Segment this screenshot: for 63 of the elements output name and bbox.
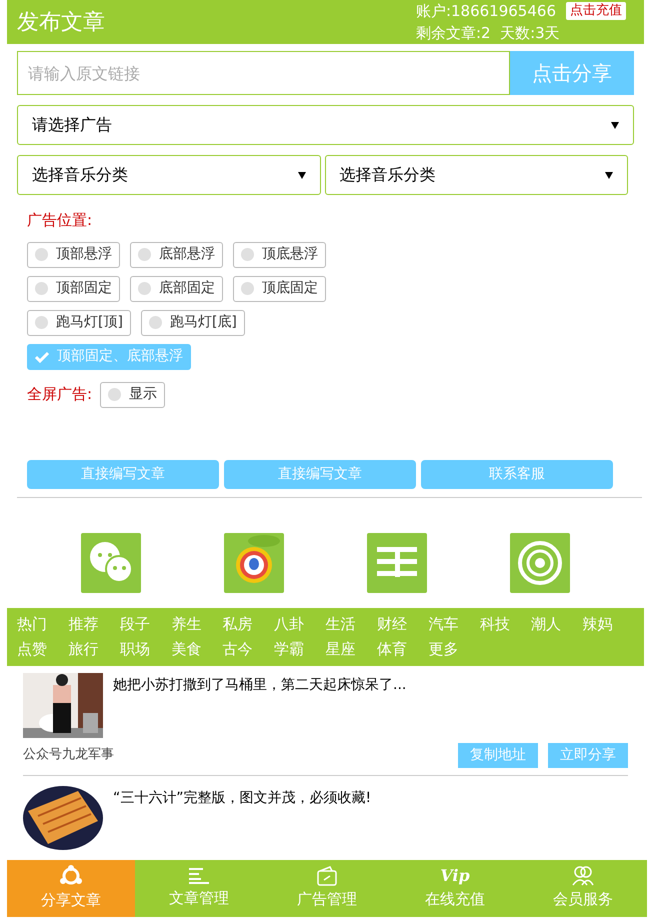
action-button[interactable]: 直接编写文章 [27,460,219,488]
chat-bubbles-icon[interactable] [80,532,141,592]
category-link[interactable]: 学霸 [274,636,326,662]
share-nodes-icon [59,865,83,888]
article-button[interactable]: 复制地址 [458,742,538,768]
category-link[interactable]: 星座 [326,636,377,662]
category-link[interactable]: 生活 [326,612,377,636]
radio-option[interactable]: 顶部固定 [27,276,120,302]
penguin-ring-icon[interactable] [224,532,284,592]
article-source: 公众号九龙军事 [23,746,114,764]
radio-option[interactable]: 跑马灯[底] [140,310,245,336]
check-icon [35,350,49,362]
link-input-field[interactable]: 请输入原文链接 [17,51,510,95]
article-title[interactable]: 她把小苏打撒到了马桶里，第二天起床惊呆了... [113,672,406,738]
section-label: 全屏广告: [27,384,92,406]
category-link[interactable]: 热门 [17,612,68,636]
category-link[interactable]: 旅行 [68,636,120,662]
radio-option[interactable]: 底部固定 [130,276,223,302]
action-button[interactable]: 联系客服 [421,460,613,488]
account-number: 账户:18661965466 [416,1,556,22]
category-link[interactable]: 点赞 [17,636,68,662]
card-icon [316,866,338,886]
recharge-button[interactable]: 点击充值 [566,2,626,20]
radio-option[interactable]: 顶底固定 [233,276,326,302]
select-dropdown[interactable]: 请选择广告 [17,105,634,145]
action-button[interactable]: 直接编写文章 [224,460,416,488]
dropdown-caret-icon [298,172,306,178]
category-link[interactable]: 职场 [120,636,172,662]
list-icon [189,867,209,886]
dropdown-caret-icon [605,172,613,178]
category-link[interactable]: 养生 [171,612,223,636]
news-icon[interactable] [367,532,428,592]
category-link[interactable]: 财经 [376,612,428,636]
category-link[interactable]: 汽车 [428,612,480,636]
category-link[interactable]: 潮人 [531,612,583,636]
radio-option[interactable]: 顶部悬浮 [27,242,120,268]
category-link[interactable]: 科技 [480,612,532,636]
category-link[interactable]: 美食 [171,636,223,662]
category-link[interactable]: 私房 [222,612,274,636]
dropdown-caret-icon [611,122,619,128]
category-link[interactable]: 体育 [376,636,428,662]
users-icon [572,866,594,886]
select-dropdown[interactable]: 选择音乐分类 [324,155,628,195]
radio-option[interactable]: 底部悬浮 [130,242,223,268]
radio-option[interactable]: 顶部固定、底部悬浮 [27,344,191,370]
category-link[interactable]: 八卦 [274,612,326,636]
select-dropdown[interactable]: 选择音乐分类 [17,155,320,195]
page-title: 发布文章 [17,8,105,36]
section-label: 广告位置: [27,210,94,231]
category-link[interactable]: 段子 [120,612,172,636]
share-button[interactable]: 点击分享 [510,51,634,95]
article-title[interactable]: “三十六计”完整版，图文并茂，必须收藏! [113,786,372,850]
category-link[interactable]: 辣妈 [582,612,634,636]
radio-option[interactable]: 跑马灯[顶] [27,310,131,336]
remaining-info: 剩余文章:2 天数:3天 [416,23,560,44]
radio-option[interactable]: 显示 [100,382,166,408]
category-link[interactable]: 更多 [428,636,480,662]
vip-icon: Vip [440,866,470,886]
category-link[interactable]: 推荐 [68,612,120,636]
radio-option[interactable]: 顶底悬浮 [233,242,326,268]
article-button[interactable]: 立即分享 [548,742,628,768]
nav-tab[interactable]: 分享文章 [7,860,135,917]
category-link[interactable]: 古今 [222,636,274,662]
